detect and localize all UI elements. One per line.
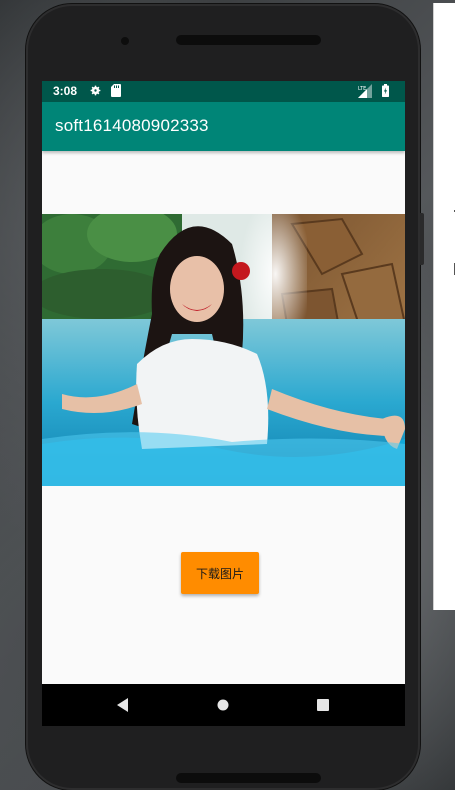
home-icon[interactable] (217, 699, 229, 711)
status-time: 3:08 (53, 84, 78, 98)
download-image-button[interactable]: 下载图片 (181, 552, 259, 594)
status-bar: 3:08 LTE (42, 81, 405, 102)
svg-text:LTE: LTE (358, 86, 366, 92)
app-title: soft1614080902333 (55, 116, 209, 135)
app-bar: soft1614080902333 (42, 102, 405, 151)
back-icon[interactable] (116, 698, 130, 712)
side-window (433, 3, 455, 610)
recents-icon[interactable] (317, 699, 329, 711)
top-speaker (176, 35, 321, 45)
device-screen: 3:08 LTE soft1614080902333 下载图片 (42, 81, 405, 726)
battery-icon (382, 84, 389, 97)
lte-signal-icon: LTE (358, 84, 372, 98)
gear-icon (90, 85, 101, 96)
sd-card-icon (111, 84, 121, 97)
navigation-bar (42, 684, 405, 726)
front-camera (121, 37, 129, 45)
bottom-speaker (176, 773, 321, 783)
photo-image (42, 214, 405, 486)
photo-illustration (42, 214, 405, 486)
power-button[interactable] (420, 213, 424, 265)
